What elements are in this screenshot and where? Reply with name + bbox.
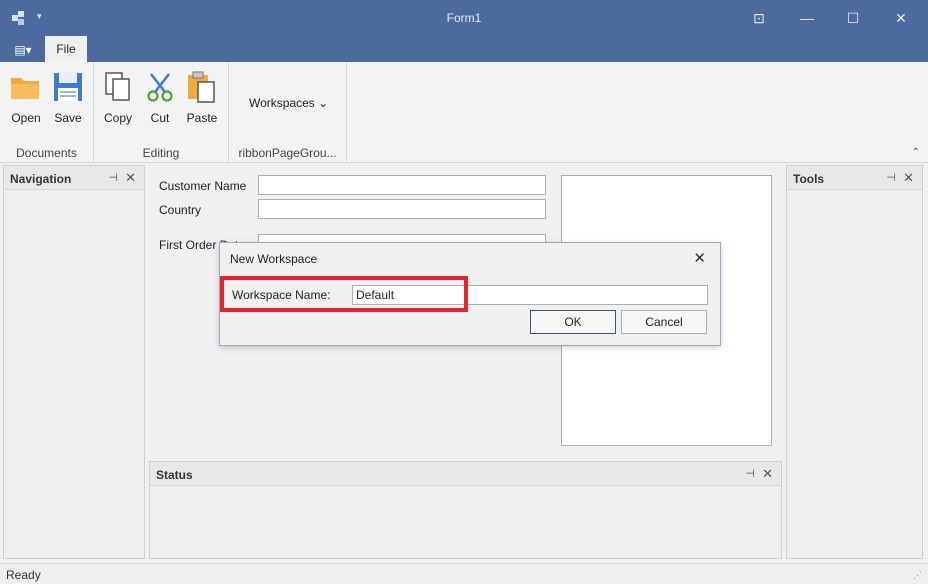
scissors-icon bbox=[147, 73, 173, 102]
ribbon-group-workspaces: Workspaces ⌄ ribbonPageGrou... bbox=[229, 62, 347, 162]
pin-icon[interactable]: ⊣ bbox=[745, 467, 755, 480]
window-title: Form1 bbox=[446, 11, 482, 25]
status-panel: Status ⊣ ✕ bbox=[149, 461, 782, 559]
new-workspace-dialog: New Workspace ✕ Workspace Name: OK Cance… bbox=[219, 242, 721, 346]
ribbon-display-options-button[interactable]: ⊡ bbox=[744, 6, 774, 30]
cut-label: Cut bbox=[150, 111, 170, 125]
close-icon[interactable]: ✕ bbox=[762, 466, 773, 482]
minimize-icon: — bbox=[800, 10, 814, 26]
group-caption-workspaces: ribbonPageGrou... bbox=[238, 146, 337, 160]
status-bar: Ready ⋰ bbox=[0, 563, 928, 584]
ribbon-group-editing: Copy Cut Paste Editing bbox=[94, 62, 229, 162]
status-panel-header: Status ⊣ ✕ bbox=[150, 462, 781, 486]
navigation-panel-header: Navigation ⊣ ✕ bbox=[4, 166, 144, 190]
workspace-name-label: Workspace Name: bbox=[232, 288, 331, 302]
folder-icon bbox=[11, 78, 39, 99]
ribbon-display-icon: ⊡ bbox=[753, 9, 765, 26]
cut-button[interactable]: Cut bbox=[140, 70, 180, 125]
cancel-button[interactable]: Cancel bbox=[621, 310, 707, 334]
navigation-panel-title: Navigation bbox=[10, 172, 72, 186]
pin-icon[interactable]: ⊣ bbox=[886, 171, 896, 184]
dialog-title: New Workspace bbox=[230, 252, 318, 266]
maximize-icon: ☐ bbox=[846, 9, 860, 26]
close-icon: ✕ bbox=[895, 9, 907, 26]
group-caption-documents: Documents bbox=[16, 146, 77, 160]
floppy-icon bbox=[54, 73, 82, 101]
ok-button[interactable]: OK bbox=[530, 310, 616, 334]
navigation-panel: Navigation ⊣ ✕ bbox=[3, 165, 145, 559]
close-button[interactable]: ✕ bbox=[886, 6, 916, 30]
save-label: Save bbox=[54, 111, 82, 125]
application-menu-button[interactable]: ▤▾ bbox=[8, 40, 38, 60]
copy-label: Copy bbox=[103, 111, 132, 125]
copy-icon bbox=[105, 72, 130, 101]
app-menu-icon: ▤▾ bbox=[14, 43, 32, 57]
copy-button[interactable]: Copy bbox=[98, 70, 138, 125]
collapse-ribbon-icon[interactable]: ⌃ bbox=[912, 147, 920, 158]
ribbon: Open Save Documents Copy Cut Paste Editi… bbox=[0, 62, 928, 163]
open-button[interactable]: Open bbox=[6, 70, 46, 125]
tab-file[interactable]: File bbox=[45, 36, 87, 62]
group-caption-editing: Editing bbox=[142, 146, 180, 160]
country-label: Country bbox=[159, 203, 202, 217]
title-bar: ▾ Form1 ⊡ — ☐ ✕ bbox=[0, 0, 928, 36]
resize-grip-icon[interactable]: ⋰ bbox=[913, 570, 922, 581]
customer-name-input[interactable] bbox=[258, 175, 546, 195]
paste-button[interactable]: Paste bbox=[182, 70, 222, 125]
close-icon[interactable]: ✕ bbox=[125, 170, 136, 186]
paste-label: Paste bbox=[186, 111, 218, 125]
status-text: Ready bbox=[6, 568, 41, 582]
chevron-down-icon: ⌄ bbox=[318, 96, 329, 110]
ribbon-group-documents: Open Save Documents bbox=[0, 62, 94, 162]
workspaces-label: Workspaces bbox=[249, 96, 315, 110]
close-icon[interactable]: ✕ bbox=[903, 170, 914, 186]
workspace-name-input[interactable] bbox=[352, 285, 708, 305]
workspaces-dropdown[interactable]: Workspaces ⌄ bbox=[249, 96, 328, 110]
save-button[interactable]: Save bbox=[48, 70, 88, 125]
maximize-button[interactable]: ☐ bbox=[838, 6, 868, 30]
pin-icon[interactable]: ⊣ bbox=[108, 171, 118, 184]
dialog-close-icon[interactable]: ✕ bbox=[693, 249, 706, 267]
status-panel-title: Status bbox=[156, 468, 193, 482]
paste-icon bbox=[188, 71, 215, 103]
tools-panel-title: Tools bbox=[793, 172, 825, 186]
country-input[interactable] bbox=[258, 199, 546, 219]
ribbon-tab-row: ▤▾ File bbox=[0, 36, 928, 62]
minimize-button[interactable]: — bbox=[792, 6, 822, 30]
tools-panel: Tools ⊣ ✕ bbox=[786, 165, 923, 559]
open-label: Open bbox=[11, 111, 41, 125]
tools-panel-header: Tools ⊣ ✕ bbox=[787, 166, 922, 190]
customer-name-label: Customer Name bbox=[159, 179, 247, 193]
